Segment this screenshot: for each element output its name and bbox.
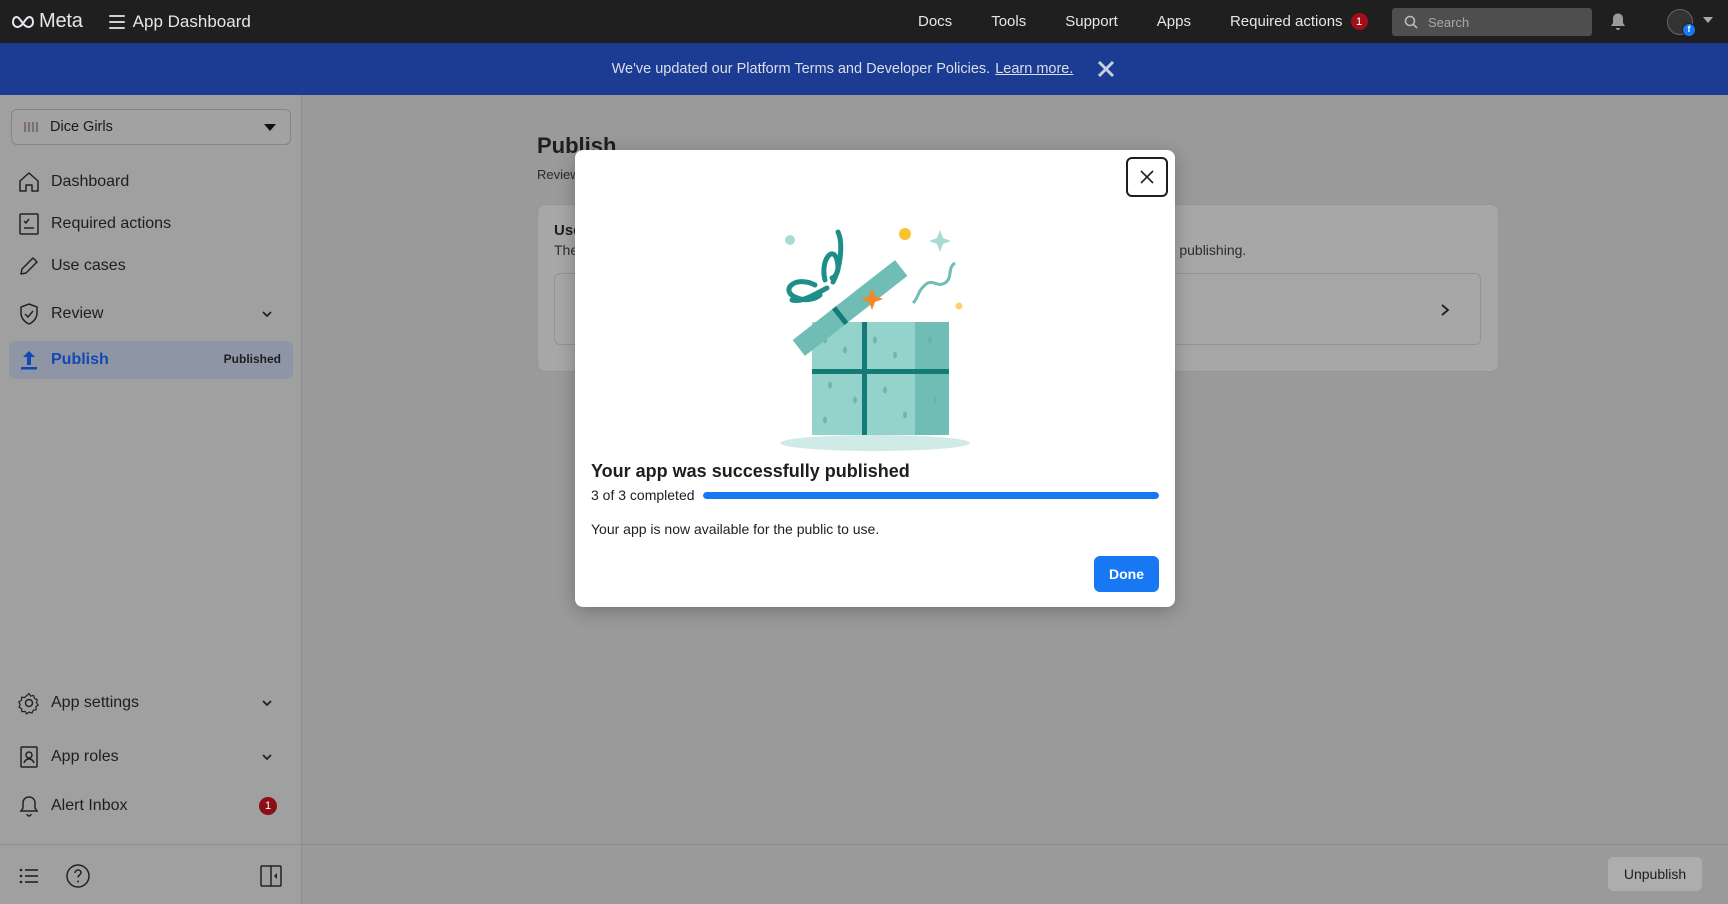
- meta-logo[interactable]: Meta: [11, 10, 83, 33]
- shield-check-icon: [20, 303, 38, 325]
- policy-banner: We've updated our Platform Terms and Dev…: [0, 43, 1728, 95]
- sidebar-item-label: Publish: [51, 351, 109, 368]
- banner-text: We've updated our Platform Terms and Dev…: [611, 61, 991, 77]
- nav-required-actions-label: Required actions: [1229, 13, 1343, 30]
- nav-apps[interactable]: Apps: [1157, 13, 1191, 30]
- search-input[interactable]: [1428, 14, 1578, 30]
- sidebar-item-label: App roles: [51, 748, 119, 765]
- search-box[interactable]: [1392, 8, 1592, 36]
- help-icon[interactable]: [65, 863, 91, 889]
- nav-tools[interactable]: Tools: [991, 13, 1026, 30]
- alert-count-badge: 1: [259, 797, 277, 815]
- banner-close-button[interactable]: [1096, 59, 1116, 79]
- sidebar-item-review[interactable]: Review: [9, 295, 293, 333]
- account-menu-caret-icon[interactable]: [1703, 17, 1713, 23]
- sidebar-item-dashboard[interactable]: Dashboard: [9, 163, 293, 201]
- checklist-icon: [19, 213, 39, 235]
- banner-learn-more-link[interactable]: Learn more.: [995, 61, 1073, 77]
- sidebar-item-use-cases[interactable]: Use cases: [9, 247, 293, 285]
- id-badge-icon: [20, 746, 38, 768]
- collapse-sidebar-icon[interactable]: [258, 863, 284, 889]
- dialog-body-text: Your app is now available for the public…: [591, 521, 880, 537]
- chevron-down-icon: [262, 700, 272, 707]
- progress-bar-fill: [702, 491, 1159, 499]
- nav-required-actions[interactable]: Required actions 1: [1230, 13, 1368, 30]
- app-selector-dropdown[interactable]: Dice Girls: [11, 109, 291, 145]
- chevron-down-icon: [262, 754, 272, 761]
- chevron-right-icon: [1441, 304, 1450, 316]
- page-subtitle: Review: [537, 167, 580, 182]
- app-icon: [24, 122, 38, 132]
- sidebar-item-app-settings[interactable]: App settings: [9, 684, 293, 722]
- unpublish-button[interactable]: Unpublish: [1608, 857, 1702, 891]
- close-icon: [1140, 170, 1154, 184]
- meta-infinity-icon: [11, 15, 35, 28]
- sidebar-item-label: Use cases: [51, 257, 126, 274]
- brand-name: Meta: [39, 10, 83, 32]
- sidebar-item-app-roles[interactable]: App roles: [9, 738, 293, 776]
- required-actions-count-badge: 1: [1350, 13, 1368, 30]
- list-view-icon[interactable]: [16, 863, 42, 889]
- sidebar-item-required-actions[interactable]: Required actions: [9, 205, 293, 243]
- sidebar-footer: [0, 844, 302, 904]
- sidebar-item-label: Required actions: [51, 215, 172, 232]
- sidebar-item-alert-inbox[interactable]: Alert Inbox 1: [9, 787, 293, 825]
- upload-icon: [21, 351, 37, 370]
- facebook-badge-icon: f: [1682, 23, 1696, 37]
- sidebar-item-label: Review: [51, 305, 104, 322]
- sidebar-item-publish[interactable]: Publish Published: [9, 341, 293, 379]
- chevron-down-icon: [262, 311, 272, 318]
- nav-docs[interactable]: Docs: [918, 13, 952, 30]
- bottom-action-bar: Unpublish: [302, 844, 1728, 904]
- dialog-close-button[interactable]: [1126, 157, 1168, 197]
- publish-success-dialog: Your app was successfully published 3 of…: [575, 150, 1175, 607]
- publish-progress: 3 of 3 completed: [591, 486, 1159, 504]
- top-nav: Docs Tools Support Apps Required actions…: [918, 0, 1407, 43]
- progress-label: 3 of 3 completed: [591, 487, 695, 503]
- home-icon: [19, 172, 39, 192]
- hamburger-menu-icon[interactable]: [108, 14, 125, 29]
- dialog-title: Your app was successfully published: [591, 461, 910, 481]
- top-bar: Meta App Dashboard Docs Tools Support Ap…: [0, 0, 1728, 43]
- card-description-tail: re publishing.: [1163, 242, 1247, 258]
- sidebar-item-label: Dashboard: [51, 173, 130, 190]
- app-name: Dice Girls: [50, 119, 113, 135]
- progress-bar-track: [702, 491, 1159, 499]
- gift-box-illustration: [780, 228, 970, 451]
- done-button[interactable]: Done: [1094, 556, 1159, 592]
- gear-icon: [17, 692, 40, 715]
- sidebar: Dice Girls Dashboard Required actions Us…: [0, 95, 302, 904]
- nav-support[interactable]: Support: [1065, 13, 1118, 30]
- sidebar-item-label: App settings: [51, 694, 140, 711]
- app-dashboard-title[interactable]: App Dashboard: [133, 12, 251, 32]
- sidebar-item-label: Alert Inbox: [51, 797, 128, 814]
- published-status-badge: Published: [223, 352, 281, 366]
- bell-icon: [19, 796, 39, 817]
- chevron-down-icon: [264, 124, 276, 131]
- search-icon: [1404, 15, 1418, 29]
- user-avatar[interactable]: f: [1667, 9, 1696, 37]
- notifications-bell-icon[interactable]: [1609, 12, 1627, 32]
- pencil-icon: [20, 257, 38, 275]
- close-icon: [1098, 60, 1115, 78]
